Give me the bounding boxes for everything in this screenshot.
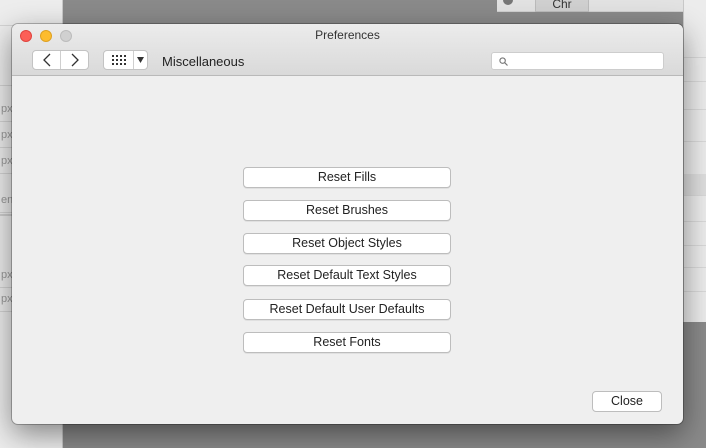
grid-icon (104, 51, 133, 69)
background-tab: Chr (535, 0, 589, 12)
chevron-left-icon (42, 53, 50, 67)
window-title: Preferences (315, 28, 380, 42)
reset-object-styles-button[interactable]: Reset Object Styles (243, 233, 451, 254)
reset-brushes-button[interactable]: Reset Brushes (243, 200, 451, 221)
reset-default-text-styles-button[interactable]: Reset Default Text Styles (243, 265, 451, 286)
preferences-content: Reset Fills Reset Brushes Reset Object S… (12, 76, 683, 423)
background-row (684, 200, 706, 222)
search-input[interactable] (512, 53, 662, 69)
background-row (684, 120, 706, 142)
background-inspector-header: Chr (497, 0, 683, 12)
chevron-right-icon (71, 53, 79, 67)
background-row (684, 224, 706, 246)
caret-down-icon[interactable] (133, 51, 147, 69)
background-row (684, 270, 706, 292)
background-row (684, 246, 706, 268)
reset-fonts-button[interactable]: Reset Fonts (243, 332, 451, 353)
gear-icon (503, 0, 513, 5)
window-titlebar: Preferences Miscellaneous (12, 24, 683, 76)
section-title: Miscellaneous (162, 54, 245, 69)
background-right-panel (683, 0, 706, 322)
background-row (684, 36, 706, 58)
search-field[interactable] (491, 52, 664, 70)
background-row (684, 88, 706, 110)
navigation-buttons (32, 50, 89, 70)
background-cell (0, 0, 63, 26)
reset-fills-button[interactable]: Reset Fills (243, 167, 451, 188)
show-all-button[interactable] (103, 50, 148, 70)
background-row (684, 174, 706, 196)
forward-button[interactable] (60, 51, 88, 69)
close-button[interactable]: Close (592, 391, 662, 412)
background-row (684, 60, 706, 82)
back-button[interactable] (33, 51, 60, 69)
search-icon (499, 57, 508, 66)
preferences-window: Preferences Miscellaneous Reset Fills Re… (12, 24, 683, 424)
reset-default-user-defaults-button[interactable]: Reset Default User Defaults (243, 299, 451, 320)
